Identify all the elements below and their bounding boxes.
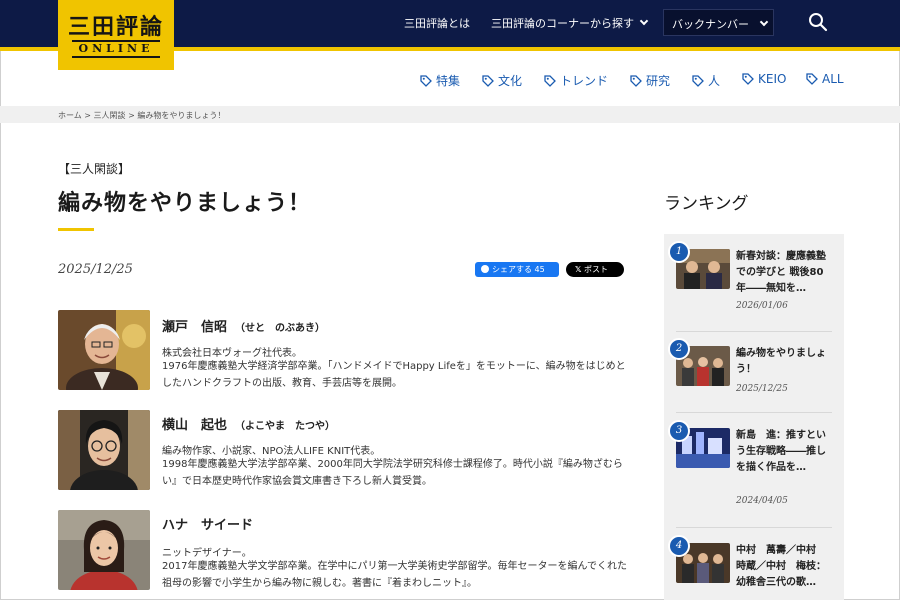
category-label: 特集	[436, 74, 461, 88]
tag-icon	[742, 73, 754, 85]
person-role: 株式会社日本ヴォーグ社代表。	[162, 348, 302, 359]
x-post-label: ポスト	[584, 265, 608, 274]
page-title: 編み物をやりましょう！	[58, 191, 312, 216]
nav-about-link[interactable]: 三田評論とは	[404, 15, 470, 31]
article-date: 2025/12/25	[58, 262, 133, 277]
person-bio: 1998年慶應義塾大学法学部卒業、2000年同大学院法学研究科修士課程修了。時代…	[162, 459, 623, 487]
facebook-share-button[interactable]: シェアする 45	[475, 262, 559, 277]
tag-icon	[482, 75, 494, 87]
tag-icon	[692, 75, 704, 87]
back-numbers-dropdown[interactable]: バックナンバー	[663, 9, 774, 36]
ranking-title: 新春対談：慶應義塾での学びと 戦後80年――無知を…	[736, 251, 826, 294]
person-role: ニットデザイナー。	[162, 548, 252, 559]
person-bio: 1976年慶應義塾大学経済学部卒業。「ハンドメイドでHappy Lifeを」をモ…	[162, 361, 626, 389]
article-series-tag[interactable]: 【三人閑談】	[58, 160, 130, 177]
category-link-bunka[interactable]: 文化	[482, 72, 522, 88]
category-link-hito[interactable]: 人	[692, 72, 720, 88]
ranking-date: 2025/12/25	[736, 384, 788, 394]
nav-corners-label: 三田評論のコーナーから探す	[491, 17, 634, 30]
person-name-text: 横山 起也	[162, 418, 228, 433]
ranking-divider	[676, 527, 832, 528]
ranking-heading: ランキング	[664, 194, 749, 214]
ranking-divider	[676, 412, 832, 413]
portrait-photo-seto	[58, 310, 150, 390]
chevron-down-icon	[639, 16, 649, 26]
category-label: ALL	[822, 72, 844, 86]
person-name: 瀬戸 信昭 （せと のぶあき）	[162, 316, 325, 335]
category-label: トレンド	[560, 74, 609, 88]
x-post-button[interactable]: 𝕏 ポスト	[566, 262, 624, 277]
ranking-number-badge: 4	[668, 535, 690, 557]
person-name-reading: （よこやま たつや）	[235, 421, 336, 432]
title-underline	[58, 228, 94, 231]
person-name: 横山 起也 （よこやま たつや）	[162, 414, 335, 433]
ranking-divider	[676, 331, 832, 332]
tag-icon	[630, 75, 642, 87]
ranking-date: 2026/01/06	[736, 301, 788, 311]
ranking-title: 中村 萬壽／中村 時蔵／中村 梅枝：幼稚舎三代の歌…	[736, 545, 826, 588]
category-label: 研究	[646, 74, 671, 88]
tag-icon	[420, 75, 432, 87]
ranking-title: 新島 進：推すという生存戦略――推しを描く作品を…	[736, 430, 826, 473]
back-numbers-label: バックナンバー	[672, 18, 749, 31]
logo-main-text: 三田評論	[67, 14, 164, 40]
person-name: ハナ サイード	[162, 514, 253, 533]
chevron-down-icon	[759, 17, 769, 27]
person-bio: 2017年慶應義塾大学文学部卒業。在学中にパリ第一大学美術史学部留学。毎年セータ…	[162, 561, 627, 589]
category-link-keio[interactable]: KEIO	[742, 72, 786, 88]
person-name-text: 瀬戸 信昭	[162, 320, 228, 335]
portrait-photo-hana	[58, 510, 150, 590]
portrait-photo-yokoyama	[58, 410, 150, 490]
tag-icon	[806, 73, 818, 85]
facebook-icon	[481, 265, 489, 273]
x-logo-icon: 𝕏	[575, 265, 582, 274]
logo-rule-bottom	[72, 56, 160, 58]
category-link-tokushu[interactable]: 特集	[420, 72, 460, 88]
ranking-title: 編み物をやりましょう！	[736, 348, 826, 375]
ranking-number-badge: 3	[668, 420, 690, 442]
category-label: 文化	[498, 74, 523, 88]
category-link-trend[interactable]: トレンド	[544, 72, 608, 88]
person-role: 編み物作家、小説家、NPO法人LIFE KNIT代表。	[162, 446, 381, 457]
facebook-share-label: シェアする	[492, 265, 532, 274]
category-link-kenkyu[interactable]: 研究	[630, 72, 670, 88]
facebook-share-count: 45	[534, 265, 545, 274]
category-label: KEIO	[758, 72, 787, 86]
person-name-text: ハナ サイード	[162, 518, 254, 533]
breadcrumb[interactable]: ホーム > 三人閑談 > 編み物をやりましょう！	[58, 110, 225, 121]
ranking-date: 2024/04/05	[736, 496, 788, 506]
site-logo[interactable]: 三田評論 ONLINE	[58, 0, 174, 70]
logo-sub-text: ONLINE	[78, 42, 154, 55]
tag-icon	[544, 75, 556, 87]
search-icon[interactable]	[808, 12, 828, 32]
ranking-number-badge: 1	[668, 241, 690, 263]
category-link-all[interactable]: ALL	[806, 72, 844, 88]
ranking-number-badge: 2	[668, 338, 690, 360]
person-name-reading: （せと のぶあき）	[235, 323, 326, 334]
nav-corners-menu[interactable]: 三田評論のコーナーから探す	[491, 15, 649, 31]
category-label: 人	[708, 74, 721, 88]
